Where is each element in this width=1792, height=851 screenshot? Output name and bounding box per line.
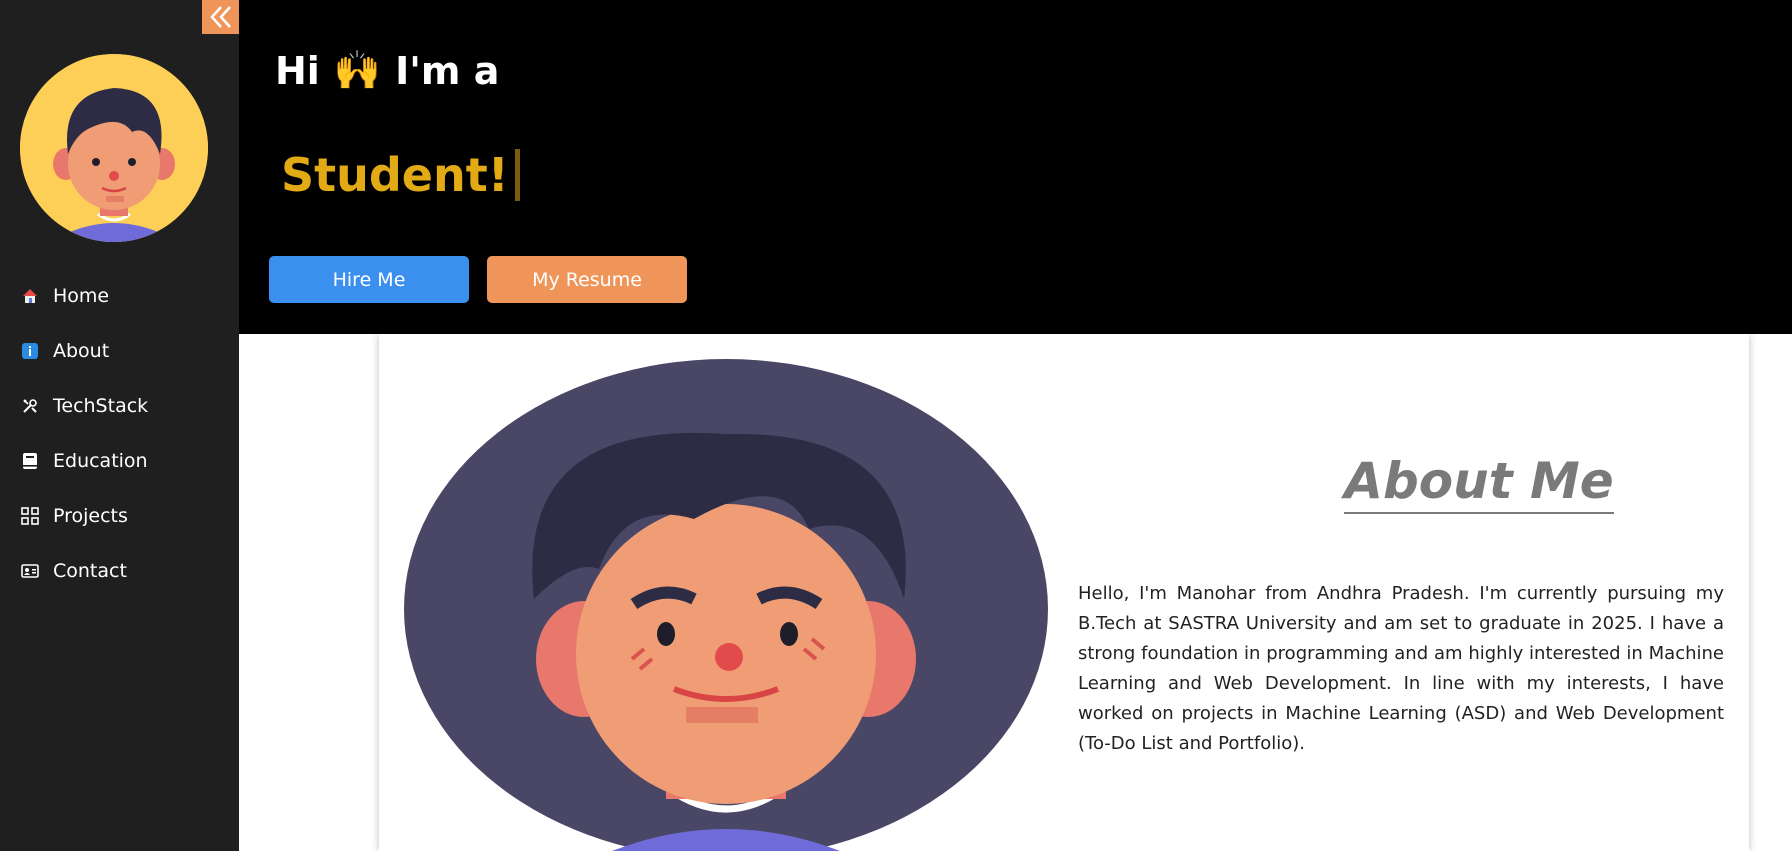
sidebar: Home About TechStack Education Projects (0, 0, 239, 851)
grid-icon (20, 506, 40, 526)
double-chevron-left-icon[interactable] (202, 0, 239, 34)
hero-greeting: Hi 🙌 I'm a (275, 48, 499, 93)
contact-card-icon (20, 561, 40, 581)
about-title: About Me (1286, 452, 1672, 514)
greeting-rest: I'm a (395, 48, 500, 93)
sidebar-avatar (20, 54, 208, 242)
role-text: Student! (281, 148, 509, 202)
about-card: About Me Hello, I'm Manohar from Andhra … (379, 334, 1749, 851)
boy-avatar-icon (20, 54, 208, 242)
sidebar-nav: Home About TechStack Education Projects (0, 268, 239, 598)
sidebar-item-home[interactable]: Home (0, 268, 239, 323)
boy-avatar-illustration (404, 359, 1048, 851)
info-icon (20, 341, 40, 361)
sidebar-item-label: Home (53, 284, 110, 307)
hero-section: Hi 🙌 I'm a Student! Hire Me My Resume (239, 0, 1792, 334)
sidebar-item-contact[interactable]: Contact (0, 543, 239, 598)
sidebar-item-projects[interactable]: Projects (0, 488, 239, 543)
sidebar-item-label: TechStack (53, 394, 149, 417)
tools-icon (20, 396, 40, 416)
about-paragraph: Hello, I'm Manohar from Andhra Pradesh. … (1078, 583, 1724, 754)
sidebar-item-techstack[interactable]: TechStack (0, 378, 239, 433)
house-icon (20, 286, 40, 306)
greeting-hi: Hi (275, 48, 320, 93)
sidebar-item-label: About (53, 339, 110, 362)
book-icon (20, 451, 40, 471)
sidebar-item-label: Education (53, 449, 148, 472)
my-resume-button[interactable]: My Resume (487, 256, 687, 303)
hire-me-button[interactable]: Hire Me (269, 256, 469, 303)
sidebar-item-label: Contact (53, 559, 127, 582)
raised-hands-icon: 🙌 (333, 48, 382, 92)
typing-caret (514, 149, 520, 201)
hero-role: Student! (281, 148, 520, 202)
sidebar-item-about[interactable]: About (0, 323, 239, 378)
sidebar-item-label: Projects (53, 504, 128, 527)
sidebar-item-education[interactable]: Education (0, 433, 239, 488)
